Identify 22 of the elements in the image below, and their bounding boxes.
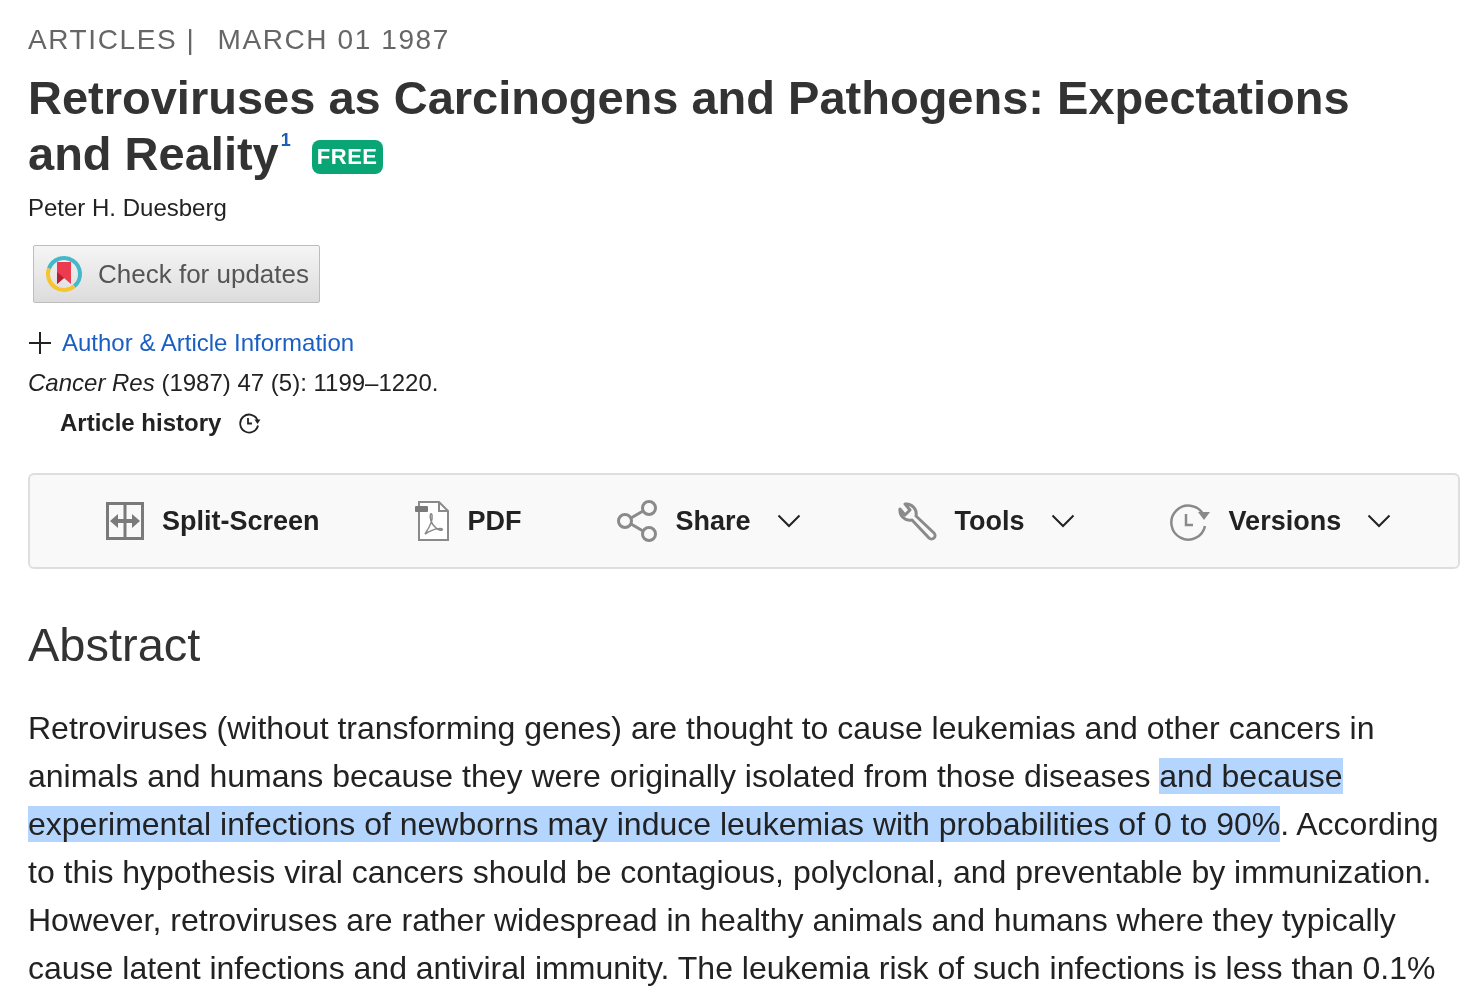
toolbar-button[interactable]: Split-Screen <box>106 502 320 540</box>
check-for-updates-button[interactable]: Check for updates <box>33 245 320 303</box>
share-icon <box>615 500 658 542</box>
free-badge: FREE <box>311 140 383 174</box>
citation-text: Cancer Res (1987) 47 (5): 1199–1220. <box>28 369 440 397</box>
pdf-icon <box>413 500 450 542</box>
abstract-heading: Abstract <box>28 619 202 671</box>
bookmark-ring-icon <box>44 254 84 294</box>
toolbar-button[interactable]: Versions <box>1168 500 1392 542</box>
toolbar-button[interactable]: PDF <box>413 500 522 542</box>
plus-icon[interactable] <box>28 331 52 355</box>
article-history-label[interactable]: Article history <box>60 409 222 437</box>
footnote-link[interactable]: 1 <box>280 130 291 150</box>
category-label: ARTICLES | <box>28 23 196 57</box>
author-name[interactable]: Peter H. Duesberg <box>28 194 1460 222</box>
abstract-text: Retroviruses (without transforming genes) are thought to cause leukemias and other cancers in animals and humans because they were originally isolated from those diseases and because experimental infections of newborns may induce leukemias with probabilities of 0 to 90%. According to this hypothesis viral cancers should be contagious, polyclonal, and preventable by immunization. However, retroviruses are rather widespread in healthy animals and humans where they typically cause latent infections and antiviral immunity. The leukemia risk of such infections is less than 0.1% <box>28 709 1440 988</box>
author-info-link[interactable]: Author & Article Information <box>62 329 355 357</box>
split-screen-icon <box>106 502 144 540</box>
toolbar-button[interactable]: Share <box>615 500 801 542</box>
toolbar-button[interactable]: Tools <box>894 500 1075 542</box>
publication-date: MARCH 01 1987 <box>217 23 450 57</box>
history-icon[interactable] <box>237 411 262 435</box>
